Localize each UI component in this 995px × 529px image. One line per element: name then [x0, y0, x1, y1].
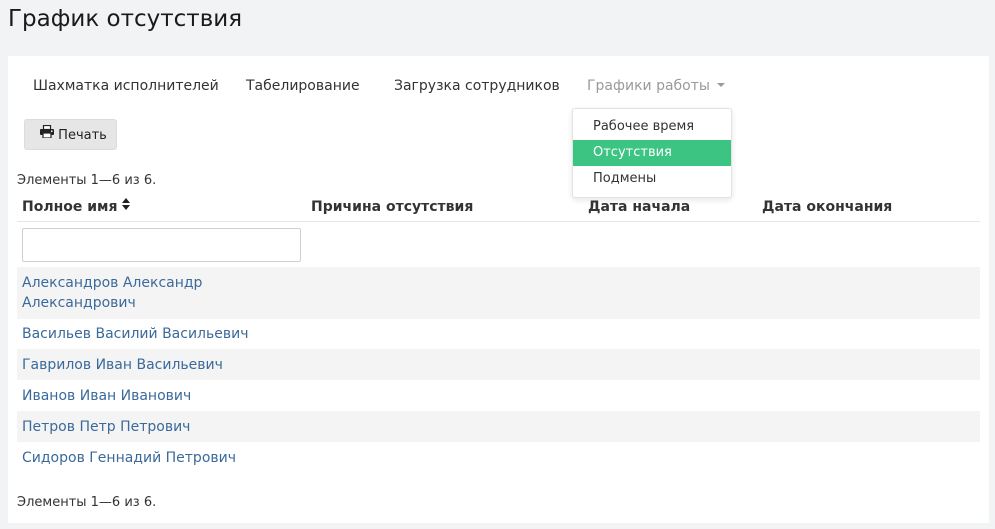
column-header-end-date: Дата окончания	[762, 199, 893, 215]
table-row: Петров Петр Петрович	[17, 411, 980, 442]
sort-icon	[121, 197, 130, 215]
caret-down-icon	[716, 83, 725, 87]
column-header-full-name[interactable]: Полное имя	[22, 198, 130, 216]
page-title: График отсутствия	[8, 6, 243, 32]
column-header-absence-reason: Причина отсутствия	[311, 199, 474, 215]
tab-work-schedules-label: Графики работы	[587, 78, 710, 94]
menu-item-working-time[interactable]: Рабочее время	[573, 114, 731, 140]
menu-item-absences[interactable]: Отсутствия	[573, 140, 731, 166]
content-panel: Шахматка исполнителей Табелирование Загр…	[8, 56, 989, 523]
tab-work-schedules[interactable]: Графики работы	[587, 74, 725, 98]
print-button-label: Печать	[58, 128, 107, 143]
table-row: Александров Александр Александрович	[17, 267, 980, 319]
employee-name-link[interactable]: Петров Петр Петрович	[22, 417, 190, 437]
full-name-filter-input[interactable]	[22, 228, 301, 262]
employee-name-link[interactable]: Александров Александр Александрович	[22, 273, 202, 313]
tab-employee-load[interactable]: Загрузка сотрудников	[394, 74, 560, 98]
print-button[interactable]: Печать	[24, 119, 117, 150]
employee-name-line: Александров Александр	[22, 275, 203, 291]
table-row: Иванов Иван Иванович	[17, 380, 980, 411]
table-row: Гаврилов Иван Васильевич	[17, 349, 980, 380]
table-row: Васильев Василий Васильевич	[17, 319, 980, 349]
employee-name-link[interactable]: Иванов Иван Иванович	[22, 386, 191, 406]
column-header-full-name-label: Полное имя	[22, 199, 118, 215]
tab-performer-grid[interactable]: Шахматка исполнителей	[33, 74, 219, 98]
employee-name-link[interactable]: Сидоров Геннадий Петрович	[22, 448, 236, 468]
printer-icon	[40, 120, 55, 149]
employee-name-link[interactable]: Васильев Василий Васильевич	[22, 324, 248, 344]
employee-name-line: Александрович	[22, 295, 136, 311]
column-header-start-date: Дата начала	[588, 199, 691, 215]
work-schedules-menu: Рабочее время Отсутствия Подмены	[572, 108, 732, 198]
table-header-divider	[17, 221, 980, 222]
summary-bottom: Элементы 1—6 из 6.	[17, 495, 157, 510]
menu-item-substitutions[interactable]: Подмены	[573, 166, 731, 192]
employee-name-link[interactable]: Гаврилов Иван Васильевич	[22, 355, 223, 375]
table-row: Сидоров Геннадий Петрович	[17, 442, 980, 473]
summary-top: Элементы 1—6 из 6.	[17, 173, 157, 188]
tab-timesheet[interactable]: Табелирование	[246, 74, 360, 98]
